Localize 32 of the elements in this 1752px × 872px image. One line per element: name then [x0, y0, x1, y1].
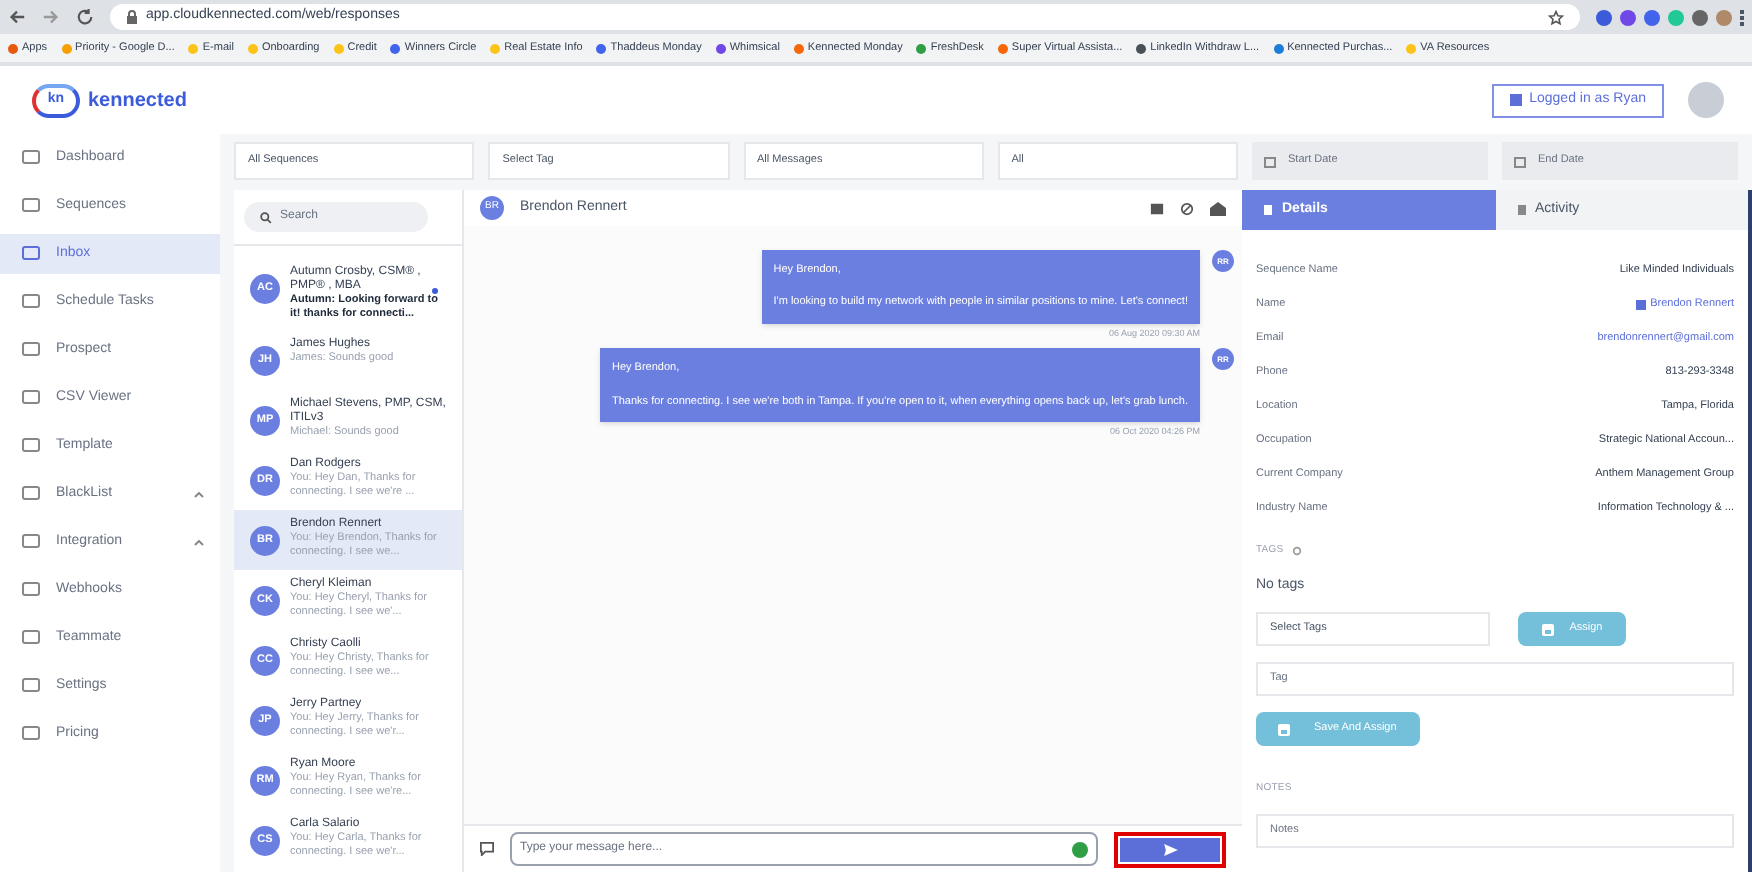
archive-icon[interactable] [1150, 201, 1164, 215]
send-icon [1163, 843, 1177, 855]
bookmark-icon [61, 43, 72, 53]
star-icon[interactable] [1548, 9, 1564, 25]
bookmark-icon [333, 43, 344, 53]
profile-icon[interactable] [1716, 9, 1732, 25]
monitor-icon [22, 150, 40, 166]
bookmark-icon [1136, 43, 1147, 53]
bookmark-icon [490, 43, 501, 53]
bookmark-icon [997, 43, 1008, 53]
lock-icon [126, 10, 138, 24]
chat-icon [480, 842, 494, 856]
bookmark-icon [596, 43, 607, 53]
bookmark-icon [188, 43, 199, 53]
bookmark-icon [390, 43, 401, 53]
search-icon [260, 211, 272, 223]
logo-text: kennected [88, 87, 187, 115]
bookmark-icon [793, 43, 804, 53]
save-icon [1278, 723, 1290, 735]
bookmark-icon [8, 43, 18, 53]
bookmark-icon [1406, 43, 1417, 53]
block-icon[interactable] [1180, 201, 1194, 215]
bookmark-icon [916, 43, 927, 53]
calendar-icon [1264, 155, 1276, 167]
back-icon[interactable] [8, 8, 26, 26]
send-button[interactable] [1120, 837, 1220, 861]
bookmark-icon [715, 43, 726, 53]
save-icon [1541, 623, 1554, 635]
bookmark-icon [1273, 43, 1284, 53]
bookmark-icon [247, 43, 258, 53]
calendar-icon [1514, 155, 1526, 167]
reload-icon[interactable] [76, 8, 94, 26]
